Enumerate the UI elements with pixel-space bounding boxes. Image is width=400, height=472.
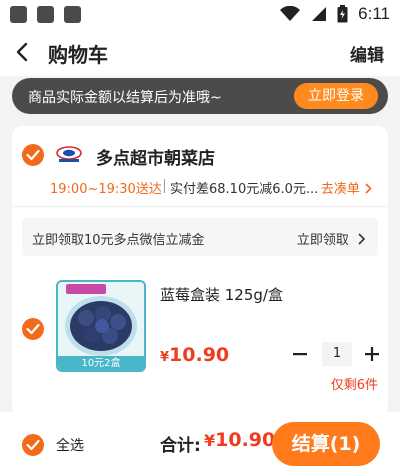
product-checkbox[interactable] [22, 318, 44, 340]
delivery-note: 实付差68.10元减6.0元... [170, 182, 319, 197]
chevron-right-icon [358, 233, 366, 245]
back-icon[interactable] [12, 40, 34, 64]
price-currency: ¥ [160, 350, 170, 365]
select-all-label[interactable]: 全选 [56, 435, 84, 455]
total-currency: ¥ [204, 431, 216, 450]
add-on-link[interactable]: 去凑单 [321, 178, 372, 197]
login-banner: 商品实际金额以结算后为准哦~ 立即登录 [12, 78, 388, 114]
clock: 6:11 [358, 4, 390, 23]
store-card: 多点超市朝菜店 19:00~19:30送达 实付差68.10元减6.0元... … [12, 126, 388, 416]
signal-icon [312, 7, 327, 21]
coupon-text: 立即领取10元多点微信立减金 [32, 233, 205, 248]
page-title: 购物车 [48, 43, 108, 67]
store-logo-icon [56, 146, 82, 162]
delivery-info: 19:00~19:30送达 实付差68.10元减6.0元... 去凑单 [50, 178, 382, 198]
coupon-bar[interactable]: 立即领取10元多点微信立减金 立即领取 [22, 218, 378, 256]
stock-note: 仅剩6件 [330, 378, 378, 393]
checkout-button[interactable]: 结算(1) [272, 422, 380, 466]
quantity-input[interactable]: 1 [322, 342, 352, 366]
check-icon [26, 149, 40, 161]
select-all-checkbox[interactable] [22, 434, 44, 456]
total-label: 合计: [160, 436, 201, 456]
minus-icon[interactable] [290, 342, 310, 366]
price-value: 10.90 [169, 344, 230, 366]
add-on-label: 去凑单 [320, 182, 360, 197]
total-value: 10.90 [215, 429, 276, 451]
delivery-time: 19:00~19:30送达 [50, 182, 162, 197]
login-button[interactable]: 立即登录 [294, 83, 378, 109]
status-bar: 6:11 [0, 0, 400, 30]
divider [164, 179, 165, 193]
coupon-claim-button[interactable]: 立即领取 [297, 229, 366, 248]
divider [12, 206, 388, 207]
battery-icon [337, 5, 348, 23]
notification-icon [64, 6, 81, 23]
check-icon [26, 439, 40, 451]
notification-icon [10, 6, 27, 23]
product-name[interactable]: 蓝莓盒装 125g/盒 [160, 284, 283, 305]
wifi-icon [280, 6, 301, 21]
store-name[interactable]: 多点超市朝菜店 [96, 144, 215, 169]
notification-icon [37, 6, 54, 23]
header: 购物车 编辑 [0, 30, 400, 76]
check-icon [26, 323, 40, 335]
product-price: ¥10.90 [160, 344, 229, 366]
bottom-bar: 全选 合计: ¥10.90 结算(1) [0, 412, 400, 472]
chevron-right-icon [365, 183, 372, 194]
login-banner-text: 商品实际金额以结算后为准哦~ [28, 90, 222, 106]
edit-button[interactable]: 编辑 [350, 41, 384, 66]
total-amount: ¥10.90 [204, 429, 275, 451]
product-image[interactable]: 10元2盒 [56, 280, 146, 372]
product-image-caption: 10元2盒 [81, 358, 121, 369]
store-checkbox[interactable] [22, 144, 44, 166]
plus-icon[interactable] [362, 342, 382, 366]
coupon-claim-label: 立即领取 [296, 233, 349, 248]
